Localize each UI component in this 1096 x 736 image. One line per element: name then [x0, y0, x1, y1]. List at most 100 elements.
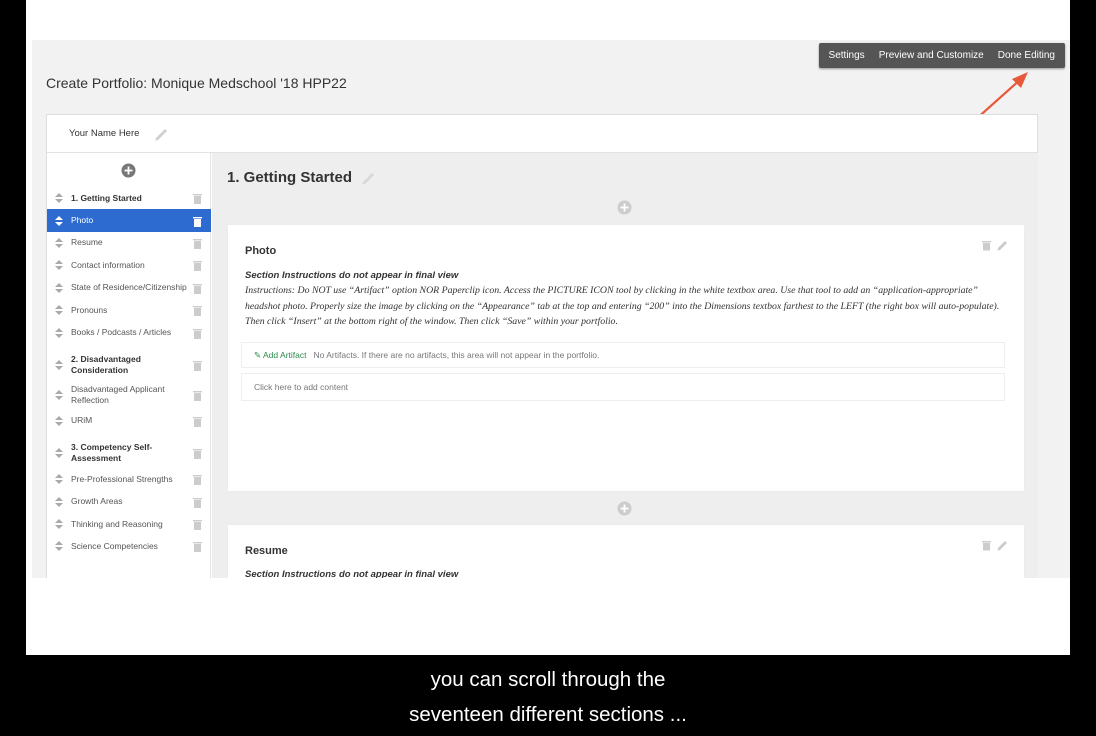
done-editing-button[interactable]: Done Editing	[998, 50, 1055, 61]
trash-icon[interactable]	[193, 497, 202, 508]
sidebar-item-label: Contact information	[71, 259, 145, 270]
add-artifact-link[interactable]: ✎ Add Artifact	[254, 350, 306, 361]
add-item-icon[interactable]	[617, 200, 632, 215]
sidebar-item[interactable]: Pronouns	[47, 299, 211, 321]
paperclip-icon: ✎	[254, 349, 264, 360]
edit-pencil-icon[interactable]	[996, 539, 1008, 551]
sidebar-item-label: Pre-Professional Strengths	[71, 473, 173, 484]
no-artifacts-text: No Artifacts. If there are no artifacts,…	[313, 350, 600, 360]
sidebar-item[interactable]: 3. Competency Self-Assessment	[47, 438, 211, 468]
sidebar-item[interactable]: Resume	[47, 232, 211, 254]
sidebar-list: 1. Getting Started Photo Resume Contact inf…	[47, 187, 211, 558]
trash-icon[interactable]	[193, 474, 202, 486]
sidebar-item[interactable]: Science Competencies	[47, 535, 211, 557]
settings-button[interactable]: Settings	[829, 50, 865, 61]
drag-handle-icon[interactable]	[55, 327, 63, 338]
trash-icon[interactable]	[193, 216, 202, 227]
trash-icon[interactable]	[193, 360, 202, 371]
sidebar-item[interactable]: Growth Areas	[47, 491, 211, 513]
top-toolbar: Settings Preview and Customize Done Edit…	[818, 43, 1065, 68]
portfolio-editor: Your Name Here 1. Getting Started Photo Re…	[46, 114, 1038, 578]
add-section-icon[interactable]	[121, 163, 136, 178]
instructions-heading: Section Instructions do not appear in fi…	[245, 270, 459, 281]
preview-customize-button[interactable]: Preview and Customize	[879, 50, 984, 61]
instructions-text: Instructions: Do NOT use “Artifact” opti…	[245, 285, 1000, 328]
caption-line-2: seventeen different sections ...	[409, 703, 687, 726]
trash-icon[interactable]	[193, 448, 202, 460]
artifact-row: ✎ Add Artifact No Artifacts. If there ar…	[241, 342, 1005, 368]
sidebar-item-label: 2. Disadvantaged Consideration	[71, 353, 141, 375]
app-screen: Settings Preview and Customize Done Edit…	[32, 40, 1070, 578]
drag-handle-icon[interactable]	[55, 448, 63, 459]
sidebar-item[interactable]: URiM	[47, 410, 211, 432]
trash-icon[interactable]	[193, 283, 202, 294]
card-tools	[981, 539, 1008, 551]
section-title: 1. Getting Started	[227, 169, 353, 186]
sidebar-item-label: 3. Competency Self-Assessment	[71, 442, 153, 464]
instructions-heading: Section Instructions do not appear in fi…	[245, 569, 459, 578]
drag-handle-icon[interactable]	[55, 519, 63, 530]
drag-handle-icon[interactable]	[55, 541, 63, 552]
add-content-area[interactable]: Click here to add content	[241, 373, 1005, 401]
trash-icon[interactable]	[193, 519, 202, 531]
sidebar-item[interactable]: Photo	[47, 209, 211, 232]
drag-handle-icon[interactable]	[55, 237, 63, 248]
photo-card: Photo Section Instructions do not appear…	[228, 225, 1024, 491]
drag-handle-icon[interactable]	[55, 193, 63, 204]
sidebar-item-label: Pronouns	[71, 304, 108, 315]
drag-handle-icon[interactable]	[55, 415, 63, 426]
trash-icon[interactable]	[193, 328, 202, 339]
sidebar-item[interactable]: Contact information	[47, 254, 211, 276]
sidebar-item-label: Science Competencies	[71, 540, 158, 551]
trash-icon[interactable]	[193, 238, 202, 249]
sidebar-item[interactable]: 1. Getting Started	[47, 187, 211, 209]
trash-icon[interactable]	[193, 390, 202, 401]
sidebar-item[interactable]: Disadvantaged Applicant Reflection	[47, 380, 211, 410]
sidebar-item[interactable]: Pre-Professional Strengths	[47, 468, 211, 490]
card-title: Resume	[245, 545, 288, 557]
drag-handle-icon[interactable]	[55, 359, 63, 370]
main-content: 1. Getting Started Photo Section Instruc…	[212, 153, 1038, 578]
drag-handle-icon[interactable]	[55, 282, 63, 293]
portfolio-name-row: Your Name Here	[47, 115, 1037, 153]
sidebar-item-label: Disadvantaged Applicant Reflection	[71, 383, 165, 405]
sidebar-item[interactable]: State of Residence/Citizenship	[47, 277, 211, 299]
video-frame: Settings Preview and Customize Done Edit…	[26, 0, 1070, 655]
trash-icon[interactable]	[193, 541, 202, 553]
trash-icon[interactable]	[981, 539, 992, 551]
sidebar-item-label: State of Residence/Citizenship	[71, 282, 187, 293]
sidebar-item[interactable]: 2. Disadvantaged Consideration	[47, 350, 211, 380]
drag-handle-icon[interactable]	[55, 260, 63, 271]
sidebar-item-label: Photo	[71, 215, 94, 226]
caption-line-1: you can scroll through the	[430, 668, 666, 691]
section-sidebar: 1. Getting Started Photo Resume Contact inf…	[47, 153, 211, 578]
pencil-icon[interactable]	[360, 171, 376, 185]
portfolio-name[interactable]: Your Name Here	[69, 128, 139, 139]
trash-icon[interactable]	[193, 260, 202, 272]
card-title: Photo	[245, 245, 277, 257]
card-tools	[981, 239, 1008, 251]
page-title: Create Portfolio: Monique Medschool '18 …	[46, 75, 347, 91]
sidebar-item-label: Thinking and Reasoning	[71, 518, 163, 529]
sidebar-item-label: 1. Getting Started	[71, 192, 142, 203]
sidebar-item[interactable]: Thinking and Reasoning	[47, 513, 211, 535]
add-item-icon[interactable]	[617, 501, 632, 516]
drag-handle-icon[interactable]	[55, 389, 63, 400]
edit-pencil-icon[interactable]	[996, 239, 1008, 251]
trash-icon[interactable]	[193, 193, 202, 205]
sidebar-item-label: URiM	[71, 415, 93, 426]
sidebar-item-label: Books / Podcasts / Articles	[71, 327, 172, 338]
drag-handle-icon[interactable]	[55, 496, 63, 507]
resume-card: Resume Section Instructions do not appea…	[228, 525, 1024, 578]
trash-icon[interactable]	[193, 305, 202, 317]
trash-icon[interactable]	[981, 239, 992, 251]
section-heading: 1. Getting Started	[227, 169, 376, 186]
drag-handle-icon[interactable]	[55, 474, 63, 485]
sidebar-item[interactable]: Books / Podcasts / Articles	[47, 321, 211, 343]
trash-icon[interactable]	[193, 416, 202, 427]
sidebar-item-label: Growth Areas	[71, 496, 123, 507]
drag-handle-icon[interactable]	[55, 215, 63, 226]
drag-handle-icon[interactable]	[55, 305, 63, 316]
sidebar-item-label: Resume	[71, 237, 103, 248]
pencil-icon[interactable]	[153, 127, 169, 141]
